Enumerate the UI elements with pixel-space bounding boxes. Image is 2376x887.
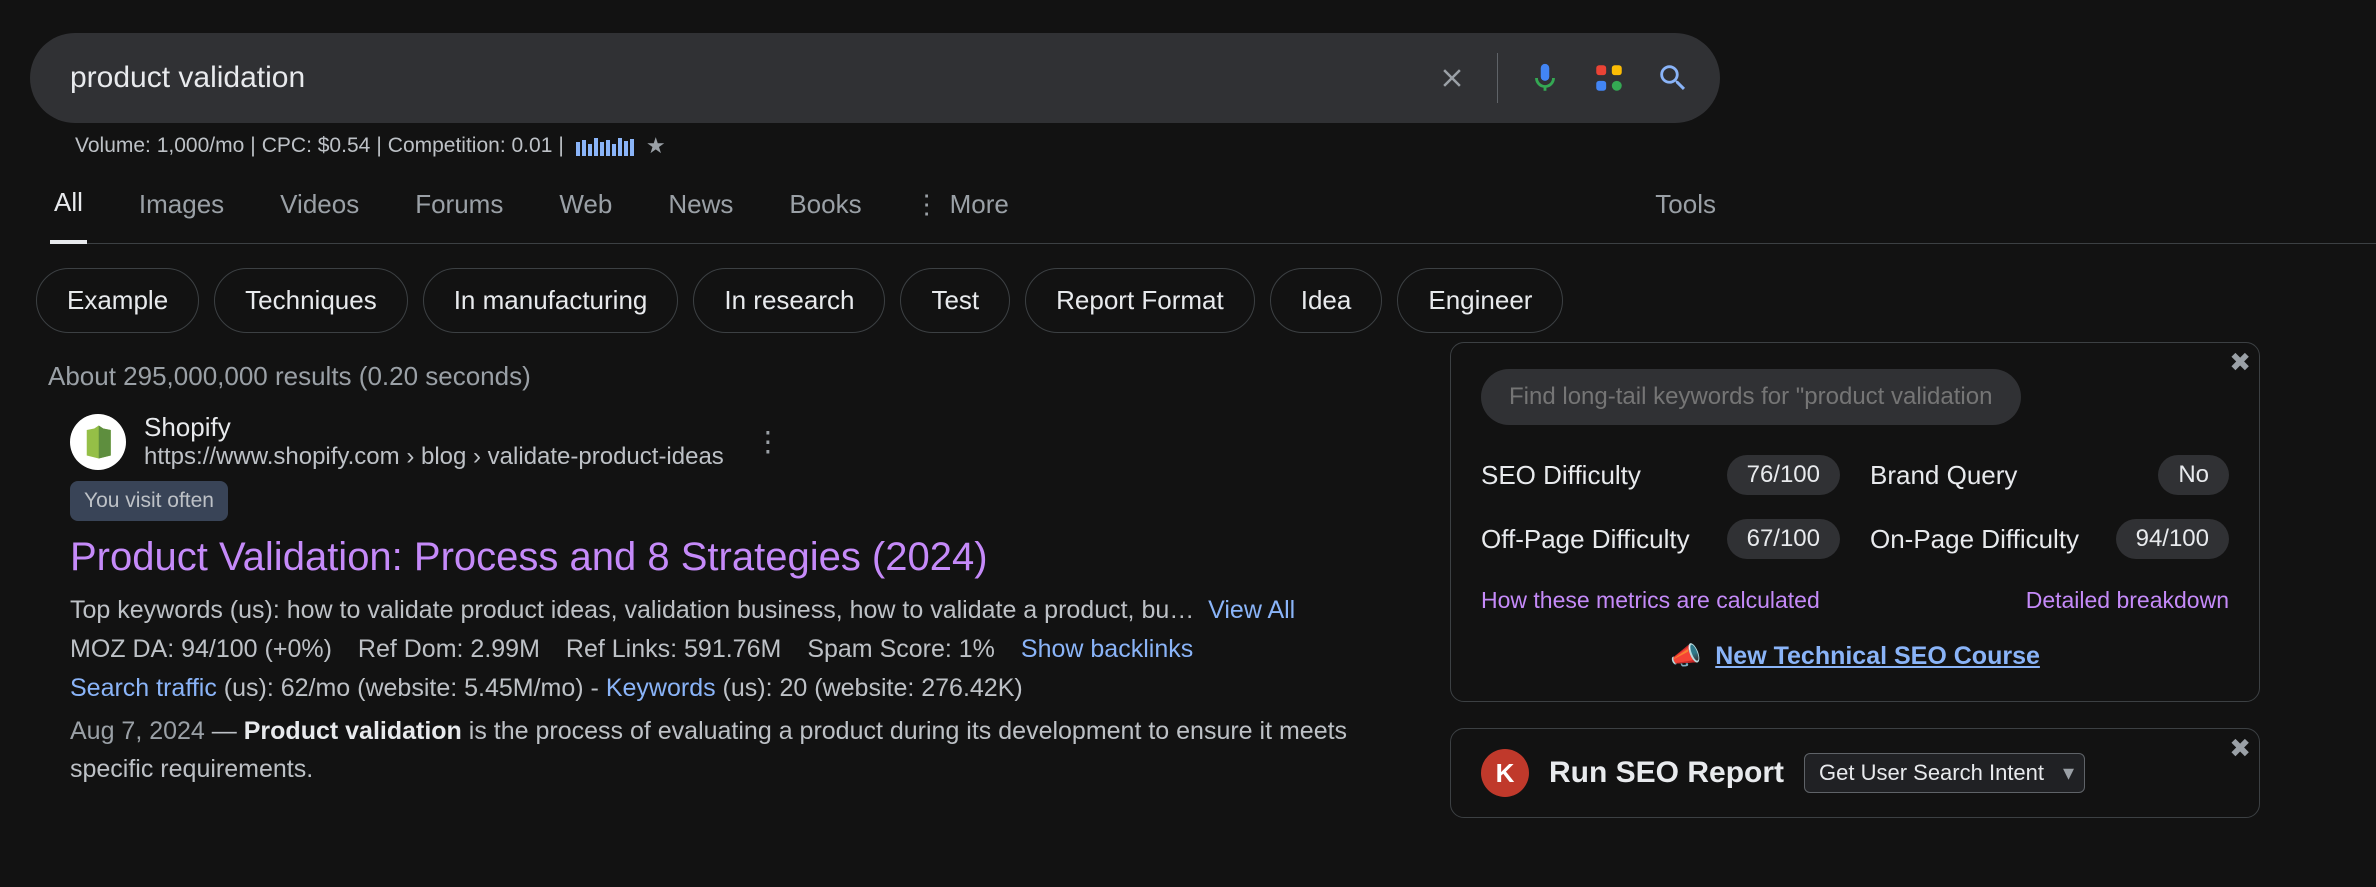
on-page-label: On-Page Difficulty — [1870, 524, 2079, 555]
how-calculated-link[interactable]: How these metrics are calculated — [1481, 587, 1820, 614]
traffic-line: Search traffic (us): 62/mo (website: 5.4… — [70, 674, 1420, 703]
keyword-meta-row: Volume: 1,000/mo | CPC: $0.54 | Competit… — [75, 133, 2376, 159]
sep: | — [558, 134, 563, 158]
tab-videos[interactable]: Videos — [276, 189, 363, 242]
chip-techniques[interactable]: Techniques — [214, 268, 408, 333]
seo-difficulty-label: SEO Difficulty — [1481, 460, 1641, 491]
sep: | — [250, 134, 255, 158]
sep: | — [376, 134, 381, 158]
search-icons-group — [1437, 53, 1690, 103]
keywords-link[interactable]: Keywords — [606, 674, 716, 702]
trend-bars-icon — [576, 136, 634, 156]
moz-da: MOZ DA: 94/100 (+0%) — [70, 635, 332, 664]
keywords-list: how to validate product ideas, validatio… — [287, 596, 1195, 624]
ref-links: Ref Links: 591.76M — [566, 635, 781, 664]
chip-example[interactable]: Example — [36, 268, 199, 333]
run-seo-report-panel: ✖ K Run SEO Report Get User Search Inten… — [1450, 728, 2260, 818]
cpc-text: CPC: $0.54 — [262, 134, 371, 158]
off-page-label: Off-Page Difficulty — [1481, 524, 1690, 555]
mic-icon[interactable] — [1528, 61, 1562, 95]
volume-text: Volume: 1,000/mo — [75, 134, 244, 158]
visit-often-badge: You visit often — [70, 481, 228, 521]
lens-icon[interactable] — [1592, 61, 1626, 95]
select-value: Get User Search Intent — [1819, 760, 2044, 786]
tools-button[interactable]: Tools — [1655, 189, 1716, 242]
more-dots-icon: ⋮ — [914, 189, 940, 220]
top-keywords-line: Top keywords (us): how to validate produ… — [70, 596, 1420, 625]
close-icon[interactable]: ✖ — [2229, 347, 2251, 378]
search-icon[interactable] — [1656, 61, 1690, 95]
seo-metrics-line: MOZ DA: 94/100 (+0%) Ref Dom: 2.99M Ref … — [70, 635, 1420, 664]
tab-web[interactable]: Web — [555, 189, 616, 242]
clear-icon[interactable] — [1437, 63, 1467, 93]
seo-metrics-panel: ✖ SEO Difficulty 76/100 Brand Query No O… — [1450, 342, 2260, 702]
search-traffic-rest: (us): 62/mo (website: 5.45M/mo) - — [217, 674, 606, 702]
report-type-select[interactable]: Get User Search Intent — [1804, 753, 2085, 793]
spam-score: Spam Score: 1% — [807, 635, 995, 664]
star-icon[interactable]: ★ — [646, 133, 666, 159]
more-label: More — [950, 189, 1009, 220]
longtail-keyword-input[interactable] — [1481, 369, 2021, 425]
result-header: Shopify https://www.shopify.com › blog ›… — [70, 412, 1420, 471]
search-result: Shopify https://www.shopify.com › blog ›… — [70, 412, 1420, 788]
tab-all[interactable]: All — [50, 187, 87, 244]
result-title-link[interactable]: Product Validation: Process and 8 Strate… — [70, 535, 1420, 580]
technical-seo-course-link[interactable]: New Technical SEO Course — [1715, 642, 2040, 671]
chip-test[interactable]: Test — [900, 268, 1010, 333]
result-more-icon[interactable]: ⋮ — [754, 425, 782, 458]
close-icon[interactable]: ✖ — [2229, 733, 2251, 764]
tabs-row: All Images Videos Forums Web News Books … — [50, 187, 2376, 244]
site-name: Shopify — [144, 412, 724, 443]
filter-chips-row: Example Techniques In manufacturing In r… — [36, 268, 2376, 333]
on-page-value: 94/100 — [2116, 519, 2229, 559]
result-snippet: Aug 7, 2024 — Product validation is the … — [70, 713, 1420, 788]
tab-images[interactable]: Images — [135, 189, 228, 242]
ref-dom: Ref Dom: 2.99M — [358, 635, 540, 664]
snippet-date: Aug 7, 2024 — [70, 717, 205, 745]
brand-query-label: Brand Query — [1870, 460, 2017, 491]
detailed-breakdown-link[interactable]: Detailed breakdown — [2026, 587, 2229, 614]
show-backlinks-link[interactable]: Show backlinks — [1021, 635, 1193, 664]
divider — [1497, 53, 1498, 103]
chip-in-manufacturing[interactable]: In manufacturing — [423, 268, 679, 333]
search-bar — [30, 33, 1720, 123]
chip-idea[interactable]: Idea — [1270, 268, 1383, 333]
megaphone-icon: 📣 — [1670, 642, 1701, 671]
chip-engineer[interactable]: Engineer — [1397, 268, 1563, 333]
keywords-rest: (us): 20 (website: 276.42K) — [716, 674, 1023, 702]
chip-in-research[interactable]: In research — [693, 268, 885, 333]
tab-forums[interactable]: Forums — [411, 189, 507, 242]
view-all-link[interactable]: View All — [1208, 596, 1295, 624]
tab-books[interactable]: Books — [785, 189, 865, 242]
competition-text: Competition: 0.01 — [388, 134, 553, 158]
keywords-prefix: Top keywords (us): — [70, 596, 287, 624]
k-badge-icon: K — [1481, 749, 1529, 797]
chip-report-format[interactable]: Report Format — [1025, 268, 1255, 333]
seo-difficulty-value: 76/100 — [1727, 455, 1840, 495]
more-button[interactable]: ⋮ More — [914, 189, 1009, 242]
site-favicon — [70, 414, 126, 470]
snippet-bold: Product validation — [244, 717, 462, 745]
snippet-dash: — — [205, 717, 244, 745]
search-traffic-link[interactable]: Search traffic — [70, 674, 217, 702]
breadcrumb: https://www.shopify.com › blog › validat… — [144, 443, 724, 471]
run-seo-title: Run SEO Report — [1549, 756, 1784, 790]
search-input[interactable] — [70, 61, 1437, 95]
brand-query-value: No — [2158, 455, 2229, 495]
off-page-value: 67/100 — [1727, 519, 1840, 559]
tab-news[interactable]: News — [664, 189, 737, 242]
